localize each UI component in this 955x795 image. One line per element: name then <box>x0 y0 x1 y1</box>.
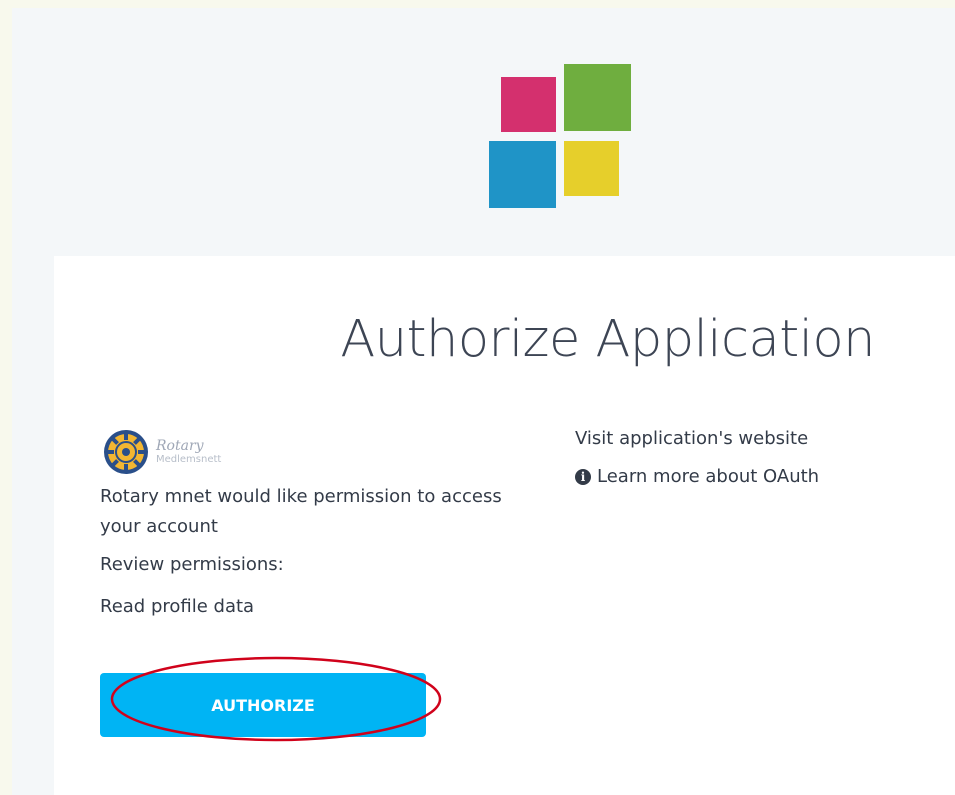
info-circle-icon: i <box>575 469 591 485</box>
logo-square-yellow <box>564 141 619 196</box>
app-logo-text: Rotary Medlemsnett <box>156 437 222 466</box>
oauth-provider-logo <box>487 64 633 210</box>
review-permissions-label: Review permissions: <box>100 554 284 575</box>
app-logo-name: Rotary <box>156 437 204 454</box>
learn-more-label: Learn more about OAuth <box>597 466 820 487</box>
rotary-wheel-icon <box>104 430 148 474</box>
app-info: Rotary Medlemsnett Rotary mnet would lik… <box>100 428 510 622</box>
visit-website-link[interactable]: Visit application's website <box>575 424 915 454</box>
learn-more-oauth-link[interactable]: i Learn more about OAuth <box>575 462 915 492</box>
logo-square-blue <box>489 141 556 208</box>
permission-message: Rotary mnet would like permission to acc… <box>100 486 502 537</box>
app-logo-subtitle: Medlemsnett <box>156 454 222 466</box>
page-title: Authorize Application <box>340 310 875 369</box>
app-logo: Rotary Medlemsnett <box>100 428 510 476</box>
logo-square-green <box>564 64 631 131</box>
app-links: Visit application's website i Learn more… <box>575 424 915 492</box>
logo-square-pink <box>501 77 556 132</box>
permission-item: Read profile data <box>100 596 255 617</box>
authorize-card: Authorize Application Rotary Medlemsnett… <box>54 256 955 795</box>
authorize-button[interactable]: AUTHORIZE <box>100 673 426 737</box>
